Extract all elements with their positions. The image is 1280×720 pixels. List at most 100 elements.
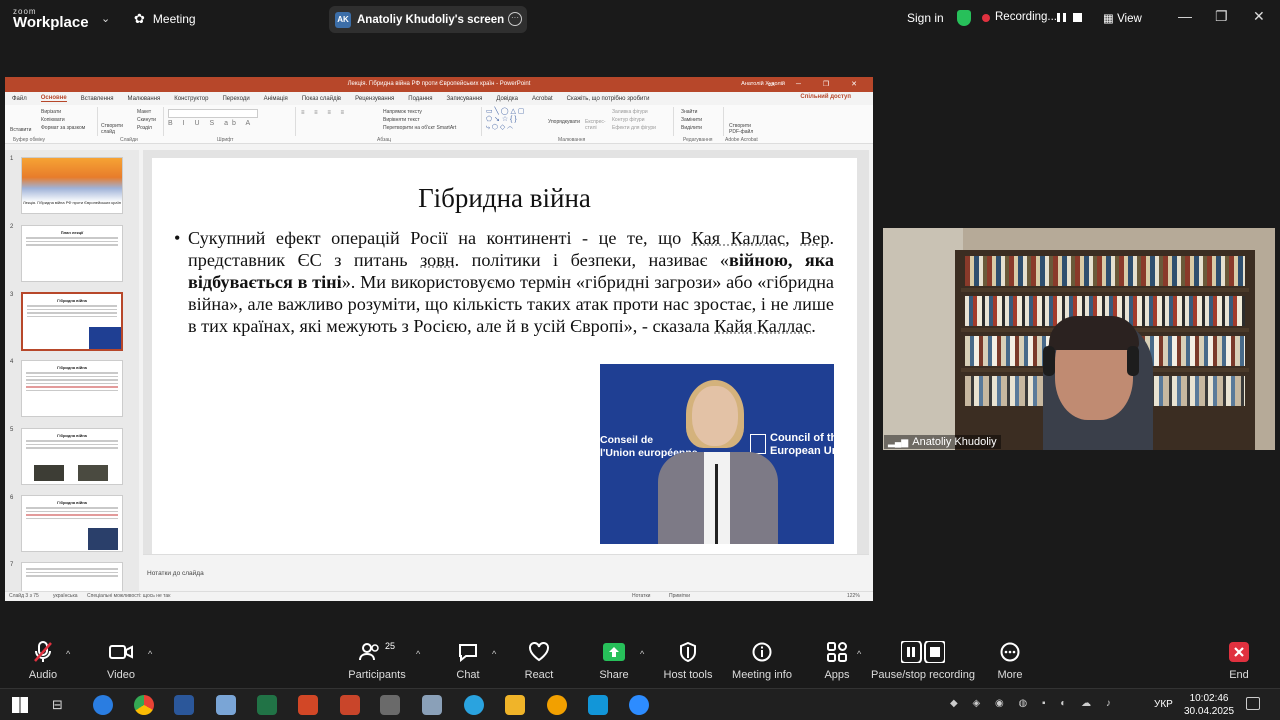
align-text-button[interactable]: Вирівняти текст bbox=[383, 117, 420, 123]
tab-design[interactable]: Конструктор bbox=[174, 96, 208, 102]
tell-me-search[interactable]: Скажіть, що потрібно зробити bbox=[567, 96, 650, 102]
audio-button[interactable]: Audio bbox=[3, 637, 83, 681]
slide-thumbnail-2[interactable]: План лекції bbox=[21, 225, 123, 282]
chrome-app-icon[interactable] bbox=[134, 695, 154, 715]
tab-draw[interactable]: Малювання bbox=[128, 96, 161, 102]
notes-toggle[interactable]: Нотатки bbox=[632, 593, 650, 599]
current-slide[interactable]: Гібридна війна • Сукупний ефект операцій… bbox=[152, 158, 857, 554]
tab-animations[interactable]: Анімація bbox=[264, 96, 288, 102]
tab-acrobat[interactable]: Acrobat bbox=[532, 96, 553, 102]
slide-notes[interactable]: Нотатки до слайда bbox=[143, 554, 869, 591]
shape-fill-button[interactable]: Заливка фігури bbox=[612, 109, 648, 115]
copy-button[interactable]: Копіювати bbox=[41, 117, 65, 123]
apps-button[interactable]: Apps bbox=[797, 637, 877, 681]
close-icon[interactable]: ✕ bbox=[1253, 8, 1265, 25]
video-button[interactable]: Video bbox=[81, 637, 161, 681]
slide-thumbnail-4[interactable]: Гібридна війна bbox=[21, 360, 123, 417]
notifications-icon[interactable] bbox=[1246, 697, 1260, 710]
pdf-app-icon[interactable] bbox=[340, 695, 360, 715]
meeting-menu[interactable]: ✿ Meeting bbox=[134, 11, 196, 27]
shape-outline-button[interactable]: Контур фігури bbox=[612, 117, 644, 123]
reset-button[interactable]: Скинути bbox=[137, 117, 156, 123]
tab-help[interactable]: Довідка bbox=[496, 96, 518, 102]
sign-in-link[interactable]: Sign in bbox=[907, 11, 944, 25]
pause-stop-recording-button[interactable]: Pause/stop recording bbox=[868, 637, 978, 681]
comments-toggle[interactable]: Примітки bbox=[669, 593, 690, 599]
more-button[interactable]: More bbox=[970, 637, 1050, 681]
slide-photo-speaker[interactable]: Conseil de l'Union européenne Council of… bbox=[600, 364, 834, 544]
section-button[interactable]: Розділ bbox=[137, 125, 152, 131]
font-format-buttons[interactable]: B I U S ab A bbox=[168, 120, 254, 127]
app-icon[interactable] bbox=[380, 695, 400, 715]
word-app-icon[interactable] bbox=[174, 695, 194, 715]
tab-view[interactable]: Подання bbox=[408, 96, 432, 102]
screen-share-pill[interactable]: AK Anatoliy Khudoliy's screen ··· bbox=[329, 6, 527, 33]
layout-button[interactable]: Макет bbox=[137, 109, 151, 115]
text-direction-button[interactable]: Напрямок тексту bbox=[383, 109, 422, 115]
arrange-button[interactable]: Упорядкувати bbox=[548, 119, 583, 125]
restore-icon[interactable]: ❐ bbox=[1215, 8, 1228, 25]
audio-options-caret[interactable]: ^ bbox=[66, 649, 70, 659]
keyboard-language[interactable]: УКР bbox=[1154, 699, 1173, 710]
tab-slideshow[interactable]: Показ слайдів bbox=[302, 96, 341, 102]
windows-start-icon[interactable] bbox=[12, 697, 28, 713]
slide-thumbnail-6[interactable]: Гібридна війна bbox=[21, 495, 123, 552]
chevron-down-icon[interactable]: ⌄ bbox=[101, 12, 110, 25]
slide-bullet-text[interactable]: • Сукупний ефект операцій Росії на конти… bbox=[174, 227, 834, 337]
minimize-icon[interactable]: — bbox=[1178, 8, 1192, 24]
taskbar-clock[interactable]: 10:02:46 30.04.2025 bbox=[1184, 692, 1234, 718]
task-view-icon[interactable]: ⊟ bbox=[52, 697, 63, 713]
telegram-app-icon[interactable] bbox=[464, 695, 484, 715]
share-options-caret[interactable]: ^ bbox=[640, 649, 644, 659]
view-menu[interactable]: ▦ View bbox=[1103, 11, 1142, 25]
file-explorer-icon[interactable] bbox=[505, 695, 525, 715]
react-button[interactable]: React bbox=[499, 637, 579, 681]
convert-smartart-button[interactable]: Перетворити на об'єкт SmartArt bbox=[383, 125, 456, 131]
font-name-select[interactable] bbox=[168, 109, 258, 118]
video-options-caret[interactable]: ^ bbox=[148, 649, 152, 659]
tab-file[interactable]: Файл bbox=[12, 96, 27, 102]
app-icon[interactable] bbox=[422, 695, 442, 715]
chat-button[interactable]: Chat bbox=[428, 637, 508, 681]
share-screen-button[interactable]: Share bbox=[574, 637, 654, 681]
tab-transitions[interactable]: Переходи bbox=[222, 96, 249, 102]
quick-styles-button[interactable]: Експрес-стилі bbox=[585, 119, 609, 131]
security-shield-icon[interactable] bbox=[957, 10, 971, 26]
create-pdf-button[interactable]: Створити PDF-файл bbox=[729, 123, 759, 135]
participant-video-tile[interactable] bbox=[883, 228, 1275, 450]
tab-home[interactable]: Основне bbox=[40, 95, 67, 102]
slide-thumbnail-7[interactable] bbox=[21, 562, 123, 591]
accessibility-status[interactable]: Спеціальні можливості: щось не так bbox=[87, 593, 170, 599]
excel-app-icon[interactable] bbox=[257, 695, 277, 715]
participants-options-caret[interactable]: ^ bbox=[416, 649, 420, 659]
zoom-level[interactable]: 122% bbox=[847, 593, 860, 599]
shape-effects-button[interactable]: Ефекти для фігури bbox=[612, 125, 656, 131]
cut-button[interactable]: Вирізати bbox=[41, 109, 61, 115]
slide-thumbnail-3-selected[interactable]: Гібридна війна bbox=[21, 292, 123, 351]
host-tools-button[interactable]: Host tools bbox=[648, 637, 728, 681]
skype-app-icon[interactable] bbox=[588, 695, 608, 715]
end-button[interactable]: End bbox=[1199, 637, 1279, 681]
apps-options-caret[interactable]: ^ bbox=[857, 649, 861, 659]
tab-review[interactable]: Рецензування bbox=[355, 96, 394, 102]
app-icon[interactable] bbox=[547, 695, 567, 715]
language-status[interactable]: українська bbox=[53, 593, 78, 599]
find-button[interactable]: Знайти bbox=[681, 109, 697, 115]
powerpoint-app-icon[interactable] bbox=[298, 695, 318, 715]
slide-title[interactable]: Гібридна війна bbox=[152, 183, 857, 214]
ppt-window-controls[interactable]: ▭ ─ ❐ ✕ bbox=[767, 77, 867, 92]
paste-button[interactable]: Вставити bbox=[10, 127, 31, 133]
system-tray-icons[interactable]: ◆ ◈ ◉ ◍ ▪ ◐ ☁ ♪ bbox=[950, 698, 1117, 709]
new-slide-button[interactable]: Створити слайд bbox=[101, 123, 129, 135]
notepad-app-icon[interactable] bbox=[216, 695, 236, 715]
more-options-icon[interactable]: ··· bbox=[508, 12, 522, 26]
participants-button[interactable]: 25 Participants bbox=[337, 637, 417, 681]
shapes-gallery[interactable]: ▭ ╲ ◯ △ ▢ ⬠ ↘ ☆ { } ⤷ ⬡ ◇ ⌒ bbox=[486, 108, 544, 134]
replace-button[interactable]: Замінити bbox=[681, 117, 702, 123]
meeting-info-button[interactable]: Meeting info bbox=[722, 637, 802, 681]
slide-thumbnail-5[interactable]: Гібридна війна bbox=[21, 428, 123, 485]
format-painter-button[interactable]: Формат за зразком bbox=[41, 125, 85, 131]
stop-recording-icon[interactable] bbox=[1072, 12, 1083, 23]
tab-insert[interactable]: Вставлення bbox=[81, 96, 114, 102]
chat-options-caret[interactable]: ^ bbox=[492, 649, 496, 659]
